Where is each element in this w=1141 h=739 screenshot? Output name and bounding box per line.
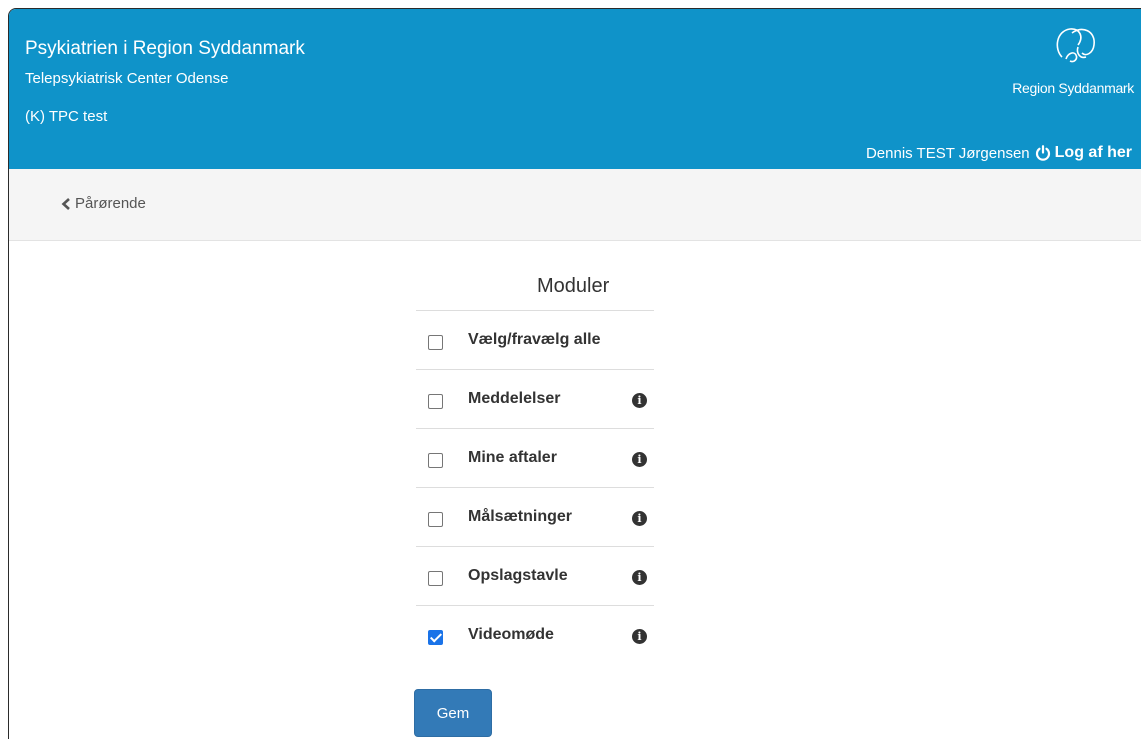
user-bar: Dennis TEST Jørgensen Log af her [866, 144, 1132, 162]
chevron-left-icon [61, 197, 70, 210]
logo-text: Region Syddanmark [1012, 80, 1134, 96]
select-all-row: Vælg/fravælg alle [416, 311, 654, 370]
select-all-checkbox[interactable] [428, 335, 443, 350]
module-row-mine-aftaler: Mine aftaler i [416, 429, 654, 488]
save-button[interactable]: Gem [414, 689, 492, 737]
header: Psykiatrien i Region Syddanmark Telepsyk… [9, 9, 1141, 169]
logout-button[interactable]: Log af her [1035, 144, 1132, 162]
back-link[interactable]: Pårørende [61, 195, 146, 212]
region-logo: Region Syddanmark [994, 23, 1134, 96]
back-label: Pårørende [75, 195, 146, 212]
power-icon [1035, 145, 1050, 161]
module-label: Målsætninger [468, 508, 573, 525]
module-label: Opslagstavle [468, 567, 568, 584]
modules-list: Vælg/fravælg alle Meddelelser i Mine aft… [416, 310, 654, 664]
module-checkbox[interactable] [428, 630, 443, 645]
module-row-opslagstavle: Opslagstavle i [416, 547, 654, 606]
info-icon[interactable]: i [632, 452, 647, 467]
navbar: Pårørende [9, 169, 1141, 241]
select-all-label: Vælg/fravælg alle [468, 331, 601, 348]
module-checkbox[interactable] [428, 512, 443, 527]
unit-name: (K) TPC test [25, 108, 108, 125]
module-checkbox[interactable] [428, 394, 443, 409]
module-row-malsaetninger: Målsætninger i [416, 488, 654, 547]
module-row-meddelelser: Meddelelser i [416, 370, 654, 429]
region-logo-icon [1056, 28, 1095, 63]
module-checkbox[interactable] [428, 453, 443, 468]
org-name: Psykiatrien i Region Syddanmark [25, 38, 305, 59]
info-icon[interactable]: i [632, 570, 647, 585]
module-label: Meddelelser [468, 390, 561, 407]
info-icon[interactable]: i [632, 511, 647, 526]
module-label: Mine aftaler [468, 449, 557, 466]
modules-title: Moduler [537, 275, 610, 297]
module-label: Videomøde [468, 626, 554, 643]
center-name: Telepsykiatrisk Center Odense [25, 70, 229, 87]
logout-label: Log af her [1054, 144, 1132, 161]
info-icon[interactable]: i [632, 629, 647, 644]
app-frame: Psykiatrien i Region Syddanmark Telepsyk… [8, 8, 1141, 739]
user-name: Dennis TEST Jørgensen [865, 144, 1030, 162]
info-icon[interactable]: i [632, 393, 647, 408]
main-content: Moduler Vælg/fravælg alle Meddelelser i … [9, 241, 1141, 739]
module-checkbox[interactable] [428, 571, 443, 586]
module-row-videomode: Videomøde i [416, 606, 654, 664]
